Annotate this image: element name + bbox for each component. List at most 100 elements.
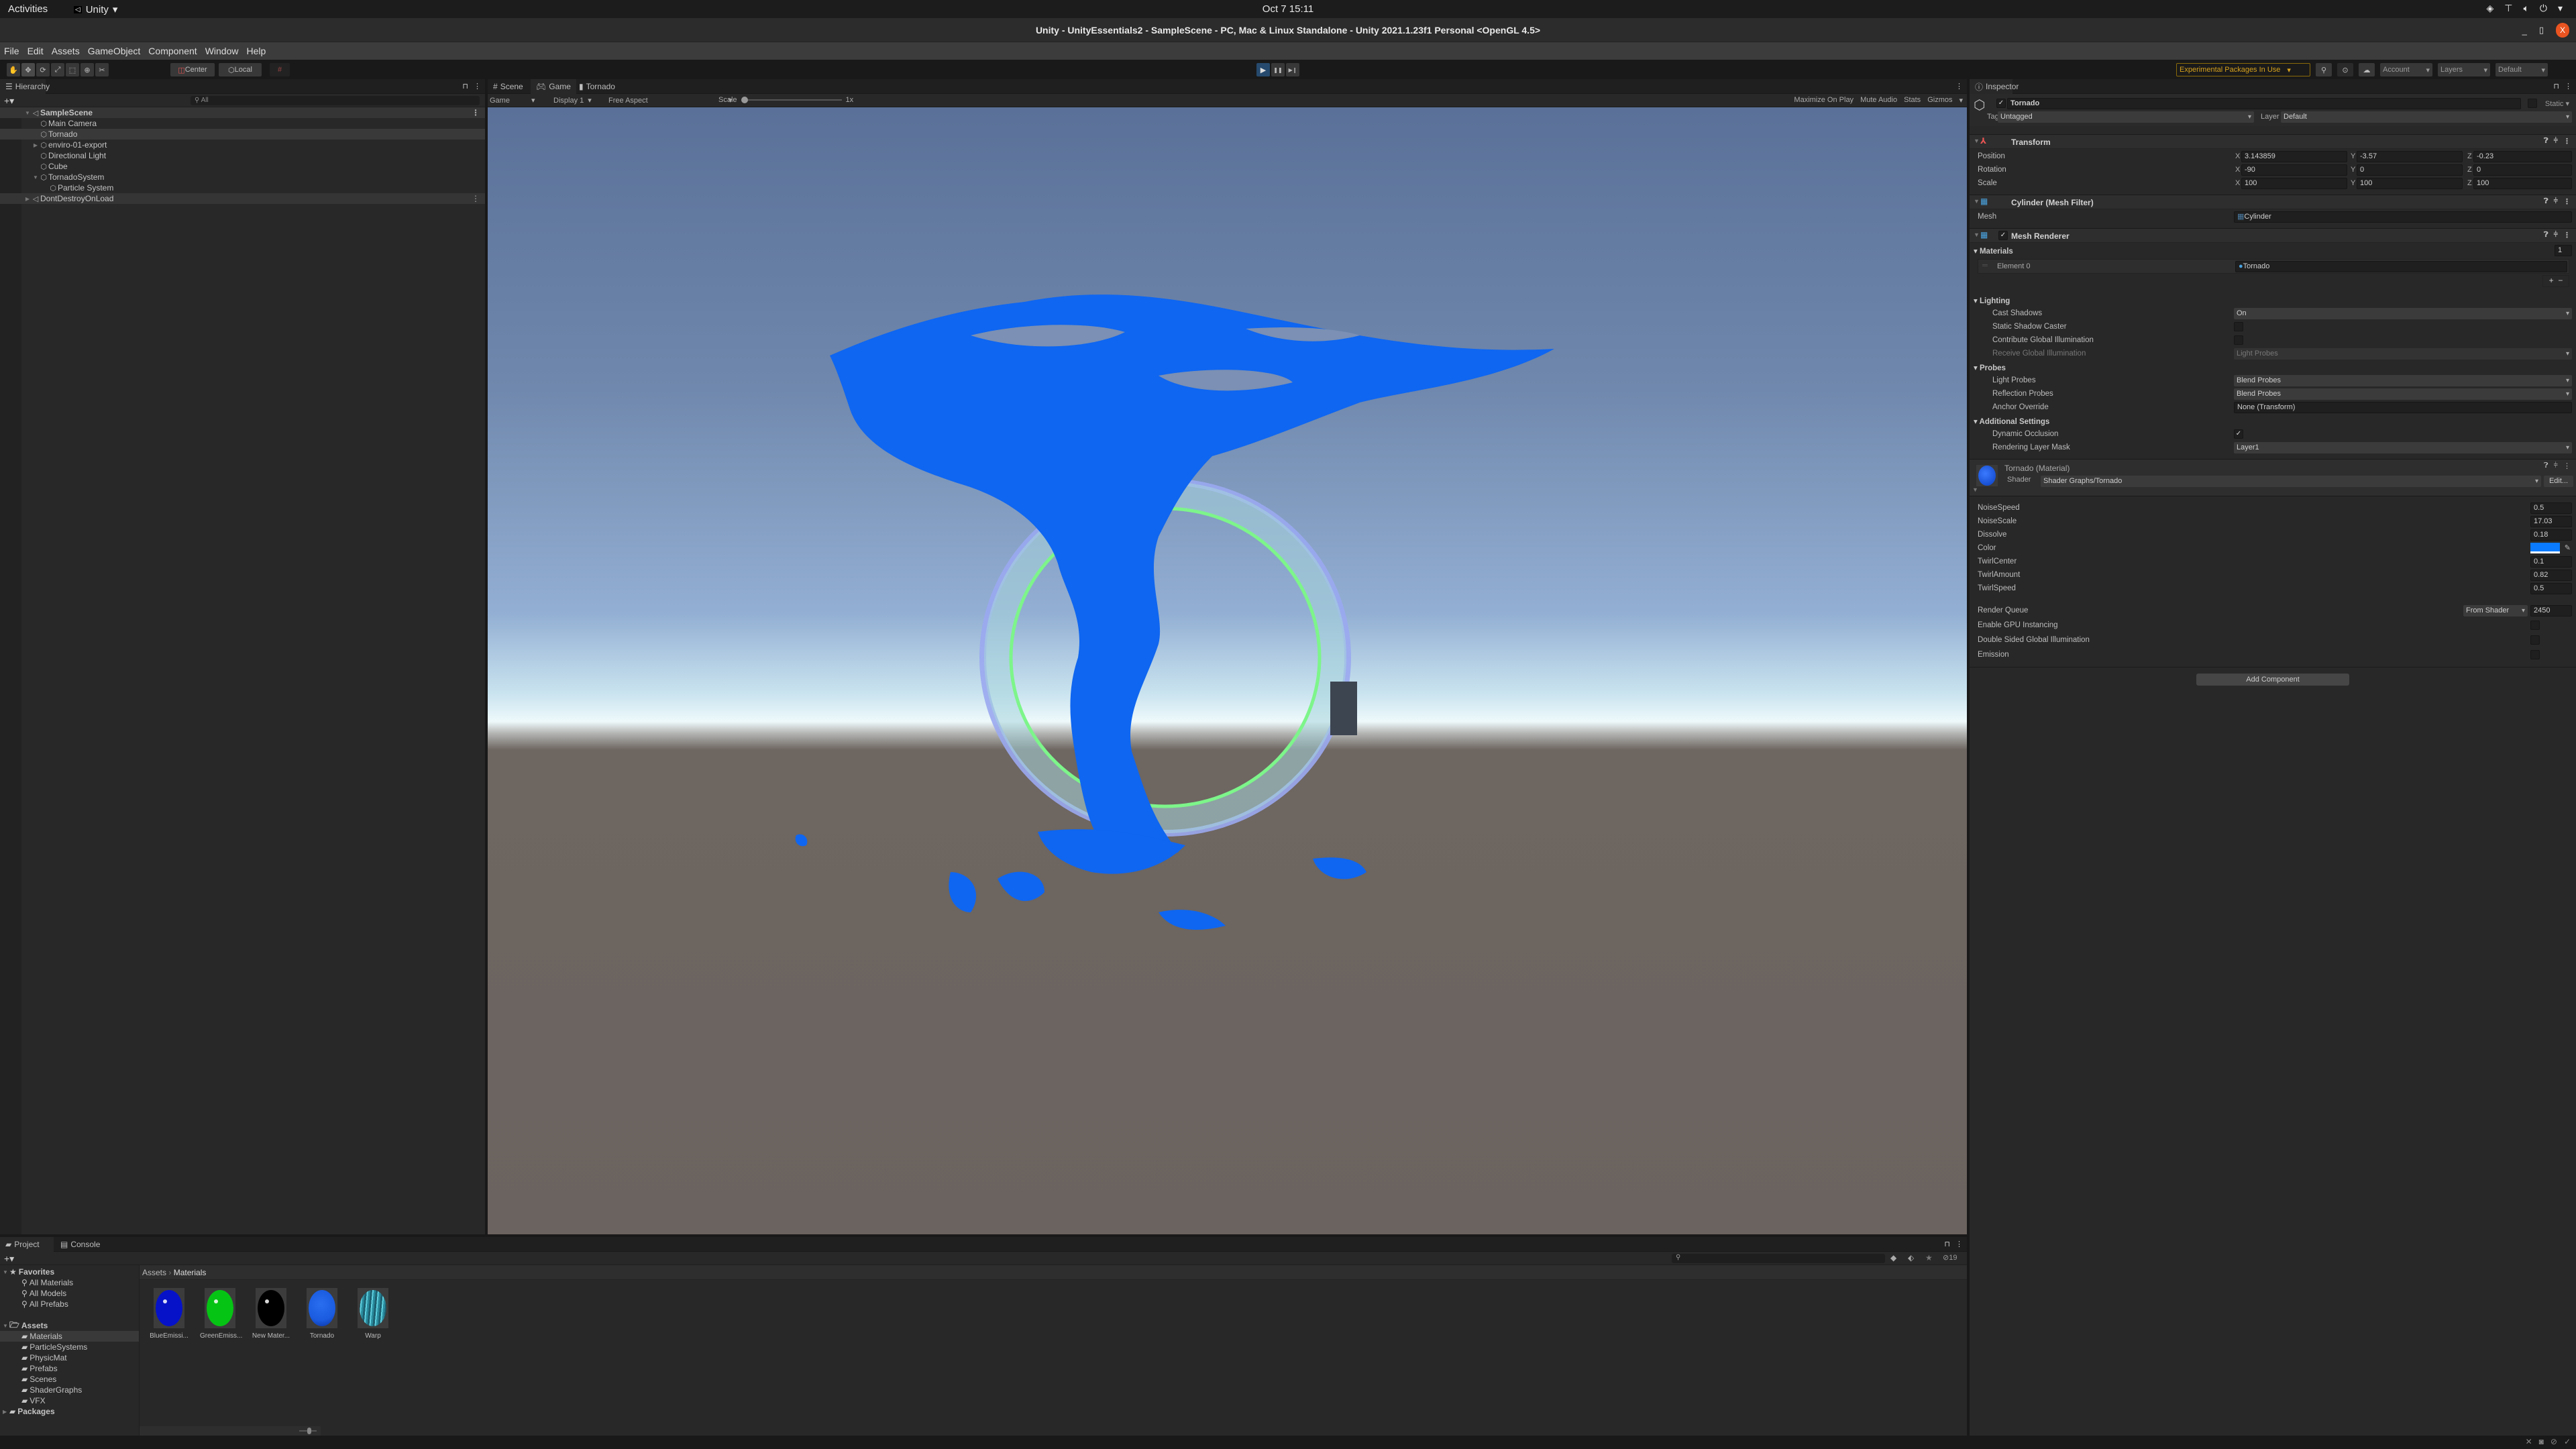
shader-dropdown[interactable]: Shader Graphs/Tornado	[2041, 476, 2541, 487]
gizmos-dropdown-icon[interactable]: ▾	[1959, 96, 1963, 105]
mesh-renderer-enabled-checkbox[interactable]: ✓	[1998, 231, 2008, 240]
experimental-packages-dropdown[interactable]: Experimental Packages In Use ▾	[2176, 63, 2310, 76]
favorite-star-icon[interactable]: ★	[1925, 1253, 1933, 1263]
presets-icon[interactable]: ⫩	[2554, 231, 2558, 239]
hidden-packages-toggle[interactable]: ⊘19	[1943, 1253, 1957, 1262]
render-queue-field[interactable]: 2450	[2530, 605, 2572, 616]
tab-inspector[interactable]: ⓘ Inspector	[1970, 79, 2019, 94]
x-axis-label[interactable]: X	[2235, 152, 2240, 160]
folder-item[interactable]: ▰ Scenes	[0, 1374, 139, 1385]
noise-speed-field[interactable]: 0.5	[2530, 502, 2572, 514]
folder-item[interactable]: ▰ ShaderGraphs	[0, 1385, 139, 1395]
additional-settings-section[interactable]: ▾ Additional Settings	[1970, 415, 2576, 428]
help-icon[interactable]: ❓︎	[2544, 462, 2548, 470]
asset-tile[interactable]: Tornado	[302, 1288, 342, 1340]
transform-header[interactable]: ▼ ⅄ Transform ❓︎ ⫩ ⋮	[1970, 134, 2576, 149]
materials-count-field[interactable]: 1	[2555, 245, 2572, 256]
y-axis-label[interactable]: Y	[2351, 166, 2355, 174]
favorite-search-item[interactable]: ⚲ All Prefabs	[0, 1299, 139, 1309]
create-asset-button[interactable]: +▾	[4, 1253, 14, 1265]
cloud-button[interactable]: ☁	[2359, 63, 2375, 76]
tag-dropdown[interactable]: Untagged	[1998, 111, 2254, 123]
favorite-search-item[interactable]: ⚲ All Models	[0, 1288, 139, 1299]
pause-button[interactable]: ❚❚	[1271, 63, 1285, 76]
kebab-menu-icon[interactable]: ⋮	[2563, 137, 2571, 146]
add-element-button[interactable]: +	[2549, 276, 2554, 285]
kebab-menu-icon[interactable]: ⋮	[1955, 1240, 1963, 1248]
rect-tool-button[interactable]: ⬚	[66, 63, 79, 76]
mesh-renderer-header[interactable]: ▼ ▦ ✓ Mesh Renderer ❓︎ ⫩ ⋮	[1970, 228, 2576, 243]
breadcrumb-materials[interactable]: Materials	[174, 1268, 207, 1277]
lock-icon[interactable]: ⊓	[462, 82, 468, 91]
check-status-icon[interactable]: ✓	[2564, 1437, 2571, 1446]
presets-icon[interactable]: ⫩	[2554, 462, 2558, 470]
collab-status-icon[interactable]: ⊘	[2551, 1437, 2557, 1446]
tab-game[interactable]: 🎮︎ Game	[531, 79, 576, 94]
play-button[interactable]: ▶	[1256, 63, 1270, 76]
lock-icon[interactable]: ⊓	[1944, 1240, 1950, 1248]
position-y-field[interactable]: -3.57	[2357, 151, 2463, 162]
tab-project[interactable]: ▰ Project	[0, 1237, 54, 1252]
project-search-input[interactable]: ⚲	[1672, 1254, 1885, 1263]
material-object-field[interactable]: ●Tornado	[2235, 261, 2567, 272]
tab-scene[interactable]: # Scene	[488, 79, 529, 94]
kebab-menu-icon[interactable]: ⋮	[474, 82, 481, 91]
menu-edit[interactable]: Edit	[28, 46, 44, 56]
help-icon[interactable]: ❓︎	[2544, 231, 2548, 239]
object-name-input[interactable]: Tornado	[2007, 98, 2521, 109]
z-axis-label[interactable]: Z	[2467, 166, 2472, 174]
pivot-mode-button[interactable]: ◫ Center	[170, 63, 215, 76]
z-axis-label[interactable]: Z	[2467, 179, 2472, 187]
layer-dropdown[interactable]: Default	[2281, 111, 2572, 123]
create-button[interactable]: +▾	[4, 95, 14, 107]
emission-checkbox[interactable]	[2530, 650, 2540, 659]
activities-button[interactable]: Activities	[8, 3, 48, 15]
double-sided-gi-checkbox[interactable]	[2530, 635, 2540, 645]
gpu-instancing-checkbox[interactable]	[2530, 621, 2540, 630]
asset-tile[interactable]: Warp	[353, 1288, 393, 1340]
gizmos-toggle[interactable]: Gizmos	[1927, 96, 1952, 105]
hand-tool-button[interactable]: ✋	[7, 63, 20, 76]
custom-tool-button[interactable]: ✂	[95, 63, 109, 76]
hierarchy-item-selected[interactable]: ⬡ Tornado	[0, 129, 485, 140]
expand-arrow-icon[interactable]: ▶	[32, 142, 39, 148]
shader-edit-button[interactable]: Edit...	[2544, 476, 2573, 487]
lighting-section[interactable]: ▾ Lighting	[1970, 294, 2576, 307]
position-z-field[interactable]: -0.23	[2473, 151, 2572, 162]
pivot-space-button[interactable]: ⬡ Local	[219, 63, 262, 76]
y-axis-label[interactable]: Y	[2351, 179, 2355, 187]
collapse-arrow-icon[interactable]: ▼	[1974, 138, 1980, 144]
mesh-filter-header[interactable]: ▼ ▦ Cylinder (Mesh Filter) ❓︎ ⫩ ⋮	[1970, 195, 2576, 209]
dynamic-occlusion-checkbox[interactable]: ✓	[2234, 429, 2243, 439]
x-axis-label[interactable]: X	[2235, 179, 2240, 187]
help-icon[interactable]: ❓︎	[2544, 137, 2548, 146]
kebab-menu-icon[interactable]: ⋮	[472, 108, 480, 117]
display-dropdown[interactable]: Display 1 ▾	[553, 96, 592, 105]
collapse-arrow-icon[interactable]: ▼	[1972, 486, 1978, 493]
cache-server-icon[interactable]: ◙	[2539, 1437, 2544, 1446]
kebab-menu-icon[interactable]: ⋮	[2565, 82, 2572, 91]
rotation-x-field[interactable]: -90	[2241, 164, 2347, 176]
folder-item-selected[interactable]: ▰ Materials	[0, 1331, 139, 1342]
menu-gameobject[interactable]: GameObject	[88, 46, 141, 56]
hierarchy-item[interactable]: ⬡ Directional Light	[0, 150, 485, 161]
rendering-layer-mask-dropdown[interactable]: Layer1	[2234, 442, 2572, 453]
filter-by-label-icon[interactable]: ⬖	[1908, 1253, 1914, 1263]
folder-item[interactable]: ▰ PhysicMat	[0, 1352, 139, 1363]
transform-tool-button[interactable]: ⊕	[80, 63, 94, 76]
network-icon[interactable]: ⊤	[2504, 3, 2512, 14]
folder-item[interactable]: ▰ VFX	[0, 1395, 139, 1406]
scale-y-field[interactable]: 100	[2357, 178, 2463, 189]
asset-tile[interactable]: New Mater...	[251, 1288, 291, 1340]
search-button[interactable]: ⚲	[2316, 63, 2332, 76]
hierarchy-scene-row[interactable]: ▶ ◁ DontDestroyOnLoad ⋮	[0, 193, 485, 204]
mesh-object-field[interactable]: ▦Cylinder	[2234, 211, 2572, 223]
menu-help[interactable]: Help	[246, 46, 266, 56]
contribute-gi-checkbox[interactable]	[2234, 335, 2243, 345]
static-checkbox[interactable]	[2528, 99, 2537, 108]
tab-hierarchy[interactable]: ☰ Hierarchy	[0, 79, 50, 94]
render-queue-mode-dropdown[interactable]: From Shader	[2463, 605, 2528, 616]
menu-component[interactable]: Component	[148, 46, 197, 56]
mute-audio-toggle[interactable]: Mute Audio	[1860, 96, 1897, 105]
folder-item[interactable]: ▰ Prefabs	[0, 1363, 139, 1374]
